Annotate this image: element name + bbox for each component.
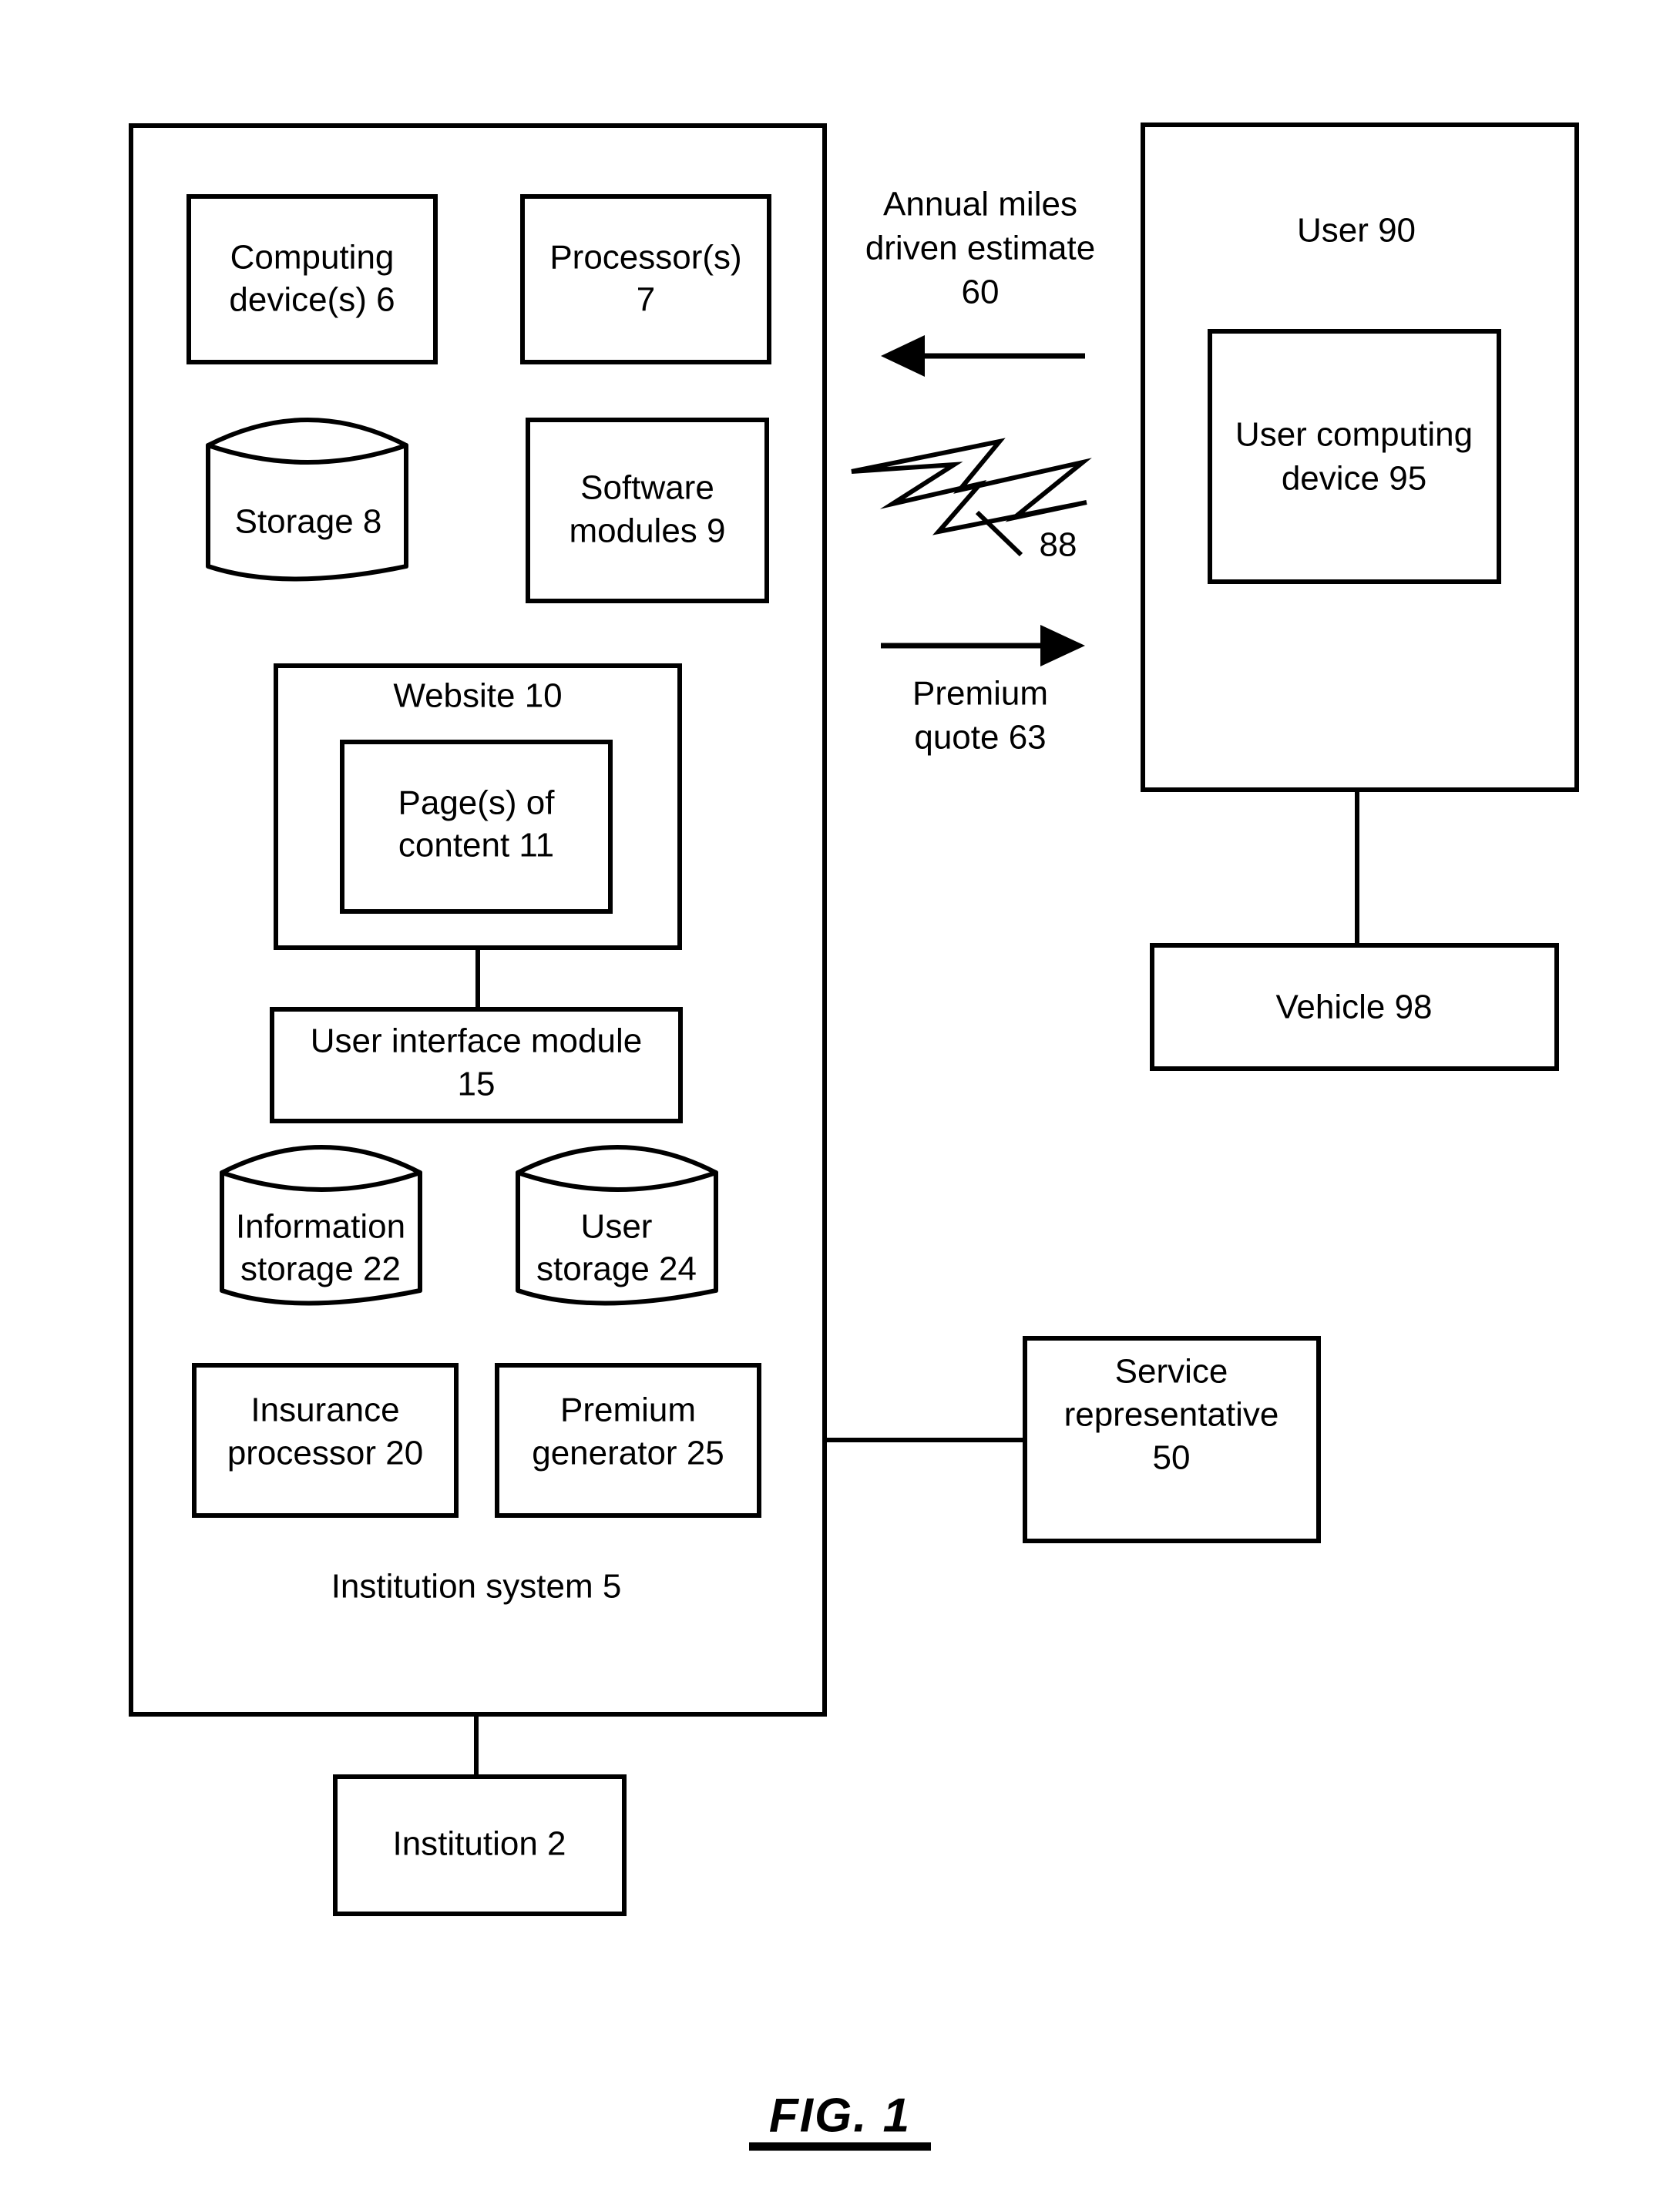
- premium-quote-label-line1: Premium: [912, 675, 1048, 713]
- service-rep-label-line3: 50: [1153, 1439, 1191, 1477]
- figure-caption: FIG. 1: [769, 2089, 911, 2142]
- premium-generator-label-line1: Premium: [560, 1391, 696, 1429]
- processors-label-line2: 7: [637, 281, 655, 319]
- box-computing-devices: [186, 194, 438, 364]
- software-modules-label-line2: modules 9: [569, 512, 725, 550]
- premium-generator-label-line2: generator 25: [532, 1435, 724, 1472]
- pages-of-content-label-line1: Page(s) of: [398, 784, 556, 822]
- institution-system-label: Institution system 5: [331, 1568, 622, 1606]
- wireless-lightning-bolt-icon: [851, 438, 1092, 535]
- computing-devices-label-line2: device(s) 6: [229, 281, 395, 319]
- user-computing-device-label-line2: device 95: [1282, 460, 1426, 498]
- box-user-computing-device: [1208, 329, 1501, 584]
- vehicle-label: Vehicle 98: [1275, 989, 1432, 1026]
- box-processors: [520, 194, 771, 364]
- service-rep-label-line2: representative: [1064, 1396, 1279, 1434]
- arrow-premium-quote-right: [881, 625, 1085, 666]
- information-storage-label-line1: Information: [236, 1208, 405, 1246]
- processors-label-line1: Processor(s): [549, 239, 741, 277]
- ui-module-label-line1: User interface module: [311, 1022, 642, 1060]
- annual-miles-label-line3: 60: [962, 274, 1000, 311]
- service-rep-label-line1: Service: [1115, 1353, 1228, 1391]
- wireless-link-label: 88: [1040, 526, 1077, 564]
- annual-miles-label-line1: Annual miles: [883, 186, 1077, 223]
- user-storage-label-line1: User: [581, 1208, 653, 1246]
- insurance-processor-label-line1: Insurance: [250, 1391, 399, 1429]
- annual-miles-label-line2: driven estimate: [865, 230, 1095, 267]
- user-computing-device-label-line1: User computing: [1235, 416, 1473, 454]
- storage-label: Storage 8: [235, 503, 382, 541]
- insurance-processor-label-line2: processor 20: [227, 1435, 423, 1472]
- institution-label: Institution 2: [392, 1825, 566, 1863]
- pages-of-content-label-line2: content 11: [398, 827, 554, 864]
- software-modules-label-line1: Software: [580, 469, 714, 507]
- premium-quote-label-line2: quote 63: [914, 719, 1046, 757]
- information-storage-label-line2: storage 22: [240, 1250, 401, 1288]
- figure-root: Computing device(s) 6 Processor(s) 7 Sto…: [0, 0, 1680, 2212]
- cylinder-storage: [206, 418, 408, 582]
- box-software-modules: [526, 418, 769, 603]
- arrow-annual-miles-left: [881, 335, 1085, 377]
- computing-devices-label-line1: Computing: [230, 239, 395, 277]
- website-label: Website 10: [393, 677, 562, 715]
- user-storage-label-line2: storage 24: [536, 1250, 697, 1288]
- ui-module-label-line2: 15: [458, 1066, 496, 1103]
- patent-figure-diagram: Computing device(s) 6 Processor(s) 7 Sto…: [129, 123, 1579, 2151]
- user-label: User 90: [1297, 212, 1416, 250]
